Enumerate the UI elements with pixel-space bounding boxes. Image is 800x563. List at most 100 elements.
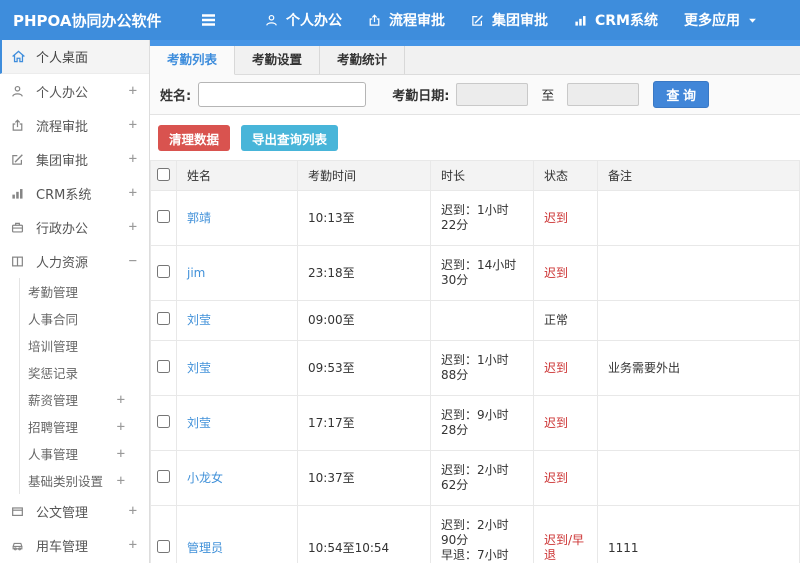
sidebar-subitem-personnel-mgmt[interactable]: 人事管理 + (20, 440, 149, 467)
status-badge: 迟到 (544, 470, 569, 485)
time-cell: 17:17至 (297, 395, 431, 451)
attendance-row: jim 23:18至 迟到：14小时30分 迟到 (150, 245, 800, 301)
sidebar-item-vehicle-mgmt[interactable]: 用车管理 + (0, 528, 149, 562)
column-header-2: 时长 (430, 160, 534, 191)
topnav-label: 流程审批 (389, 13, 445, 29)
main-content: 考勤列表 考勤设置 考勤统计 姓名: 考勤日期: 至 查 询 清理数据 导出查询列表… (150, 40, 800, 563)
top-nav: 个人办公 流程审批 集团审批 CRM系统 更多应用 (239, 10, 757, 30)
row-checkbox[interactable] (157, 209, 170, 223)
employee-name-link[interactable]: jim (187, 266, 205, 280)
sidebar-subitem-hr-contract[interactable]: 人事合同 (20, 305, 149, 332)
expand-toggle-icon[interactable]: + (129, 117, 137, 133)
sidebar-item-admin-office[interactable]: 行政办公 + (0, 210, 149, 244)
employee-name-link[interactable]: 刘莹 (187, 313, 211, 327)
name-cell: 郭靖 (176, 190, 298, 246)
time-cell: 10:37至 (297, 450, 431, 506)
sidebar-item-personal-office[interactable]: 个人办公 + (0, 74, 149, 108)
column-header-0: 姓名 (176, 160, 298, 191)
expand-toggle-icon[interactable]: + (129, 185, 137, 201)
sidebar-subitem-recruit-mgmt[interactable]: 招聘管理 + (20, 413, 149, 440)
duration-line: 迟到：2小时62分 (441, 463, 509, 492)
row-checkbox[interactable] (157, 359, 170, 373)
expand-toggle-icon[interactable]: + (129, 537, 137, 553)
attendance-row: 刘莹 09:53至 迟到：1小时88分 迟到 业务需要外出 (150, 340, 800, 396)
sidebar-item-group-approval[interactable]: 集团审批 + (0, 142, 149, 176)
person-icon (265, 14, 278, 27)
expand-toggle-icon[interactable]: + (129, 503, 137, 519)
employee-name-link[interactable]: 刘莹 (187, 416, 211, 430)
sidebar-item-process-approval[interactable]: 流程审批 + (0, 108, 149, 142)
note-cell (597, 300, 800, 341)
topnav-item-more-apps[interactable]: 更多应用 (684, 10, 757, 30)
row-checkbox[interactable] (157, 264, 170, 278)
sidebar-item-crm-system[interactable]: CRM系统 + (0, 176, 149, 210)
tab-attendance-stats[interactable]: 考勤统计 (320, 46, 406, 74)
person-icon (11, 85, 27, 98)
name-cell: 小龙女 (176, 450, 298, 506)
edit-icon (471, 14, 484, 27)
briefcase-icon (11, 221, 27, 234)
row-checkbox[interactable] (157, 539, 170, 553)
topnav-item-process-approval[interactable]: 流程审批 (368, 10, 445, 30)
topnav-item-crm-system[interactable]: CRM系统 (574, 10, 658, 30)
status-badge: 迟到/早退 (544, 533, 585, 562)
sidebar-subitem-training-mgmt[interactable]: 培训管理 (20, 332, 149, 359)
sidebar-subitem-label: 招聘管理 (28, 420, 79, 435)
employee-name-link[interactable]: 小龙女 (187, 471, 223, 485)
row-checkbox[interactable] (157, 414, 170, 428)
date-from-input[interactable] (456, 83, 529, 106)
sidebar-item-document-mgmt[interactable]: 公文管理 + (0, 494, 149, 528)
sidebar-subitem-attendance-mgmt[interactable]: 考勤管理 (20, 278, 149, 305)
note-cell (597, 245, 800, 301)
sidebar-subitem-label: 基础类别设置 (28, 474, 104, 489)
sidebar-item-label: 流程审批 (36, 119, 89, 135)
time-cell: 10:13至 (297, 190, 431, 246)
table-body: 郭靖 10:13至 迟到：1小时22分 迟到 jim 23:18至 迟到：14小时30分 迟到… (150, 190, 800, 563)
sidebar-subitem-base-category-settings[interactable]: 基础类别设置 + (20, 467, 149, 494)
sidebar-subitem-label: 奖惩记录 (28, 366, 79, 381)
expand-toggle-icon[interactable]: + (117, 419, 125, 435)
expand-toggle-icon[interactable]: + (129, 219, 137, 235)
sidebar-item-human-resources[interactable]: 人力资源 − (0, 244, 149, 278)
note-cell: 业务需要外出 (597, 340, 800, 396)
sidebar-item-label: 个人办公 (36, 85, 89, 101)
clean-data-button[interactable]: 清理数据 (158, 125, 231, 151)
expand-toggle-icon[interactable]: + (117, 473, 125, 489)
attendance-row: 刘莹 17:17至 迟到：9小时28分 迟到 (150, 395, 800, 451)
tab-attendance-list[interactable]: 考勤列表 (150, 46, 236, 75)
employee-name-link[interactable]: 郭靖 (187, 211, 211, 225)
date-label: 考勤日期: (392, 89, 450, 104)
duration-cell: 迟到：14小时30分 (430, 245, 534, 301)
export-list-button[interactable]: 导出查询列表 (241, 125, 339, 151)
topnav-item-group-approval[interactable]: 集团审批 (471, 10, 548, 30)
sidebar-subitem-reward-punish-records[interactable]: 奖惩记录 (20, 359, 149, 386)
row-checkbox[interactable] (157, 312, 170, 325)
row-checkbox-cell (150, 395, 177, 451)
name-input[interactable] (198, 82, 367, 107)
home-icon (11, 49, 27, 64)
topnav-item-personal-office[interactable]: 个人办公 (265, 10, 342, 30)
expand-toggle-icon[interactable]: + (129, 151, 137, 167)
expand-toggle-icon[interactable]: + (129, 83, 137, 99)
attendance-row: 刘莹 09:00至 正常 (150, 300, 800, 341)
query-button[interactable]: 查 询 (653, 81, 710, 108)
name-label: 姓名: (160, 89, 192, 104)
duration-line: 迟到：1小时88分 (441, 353, 509, 382)
tab-attendance-settings[interactable]: 考勤设置 (235, 46, 321, 74)
sidebar-subitem-salary-mgmt[interactable]: 薪资管理 + (20, 386, 149, 413)
hamburger-icon[interactable] (200, 13, 217, 27)
expand-toggle-icon[interactable]: − (129, 253, 137, 269)
sidebar-subitem-label: 培训管理 (28, 339, 79, 354)
column-header-3: 状态 (533, 160, 598, 191)
expand-toggle-icon[interactable]: + (117, 446, 125, 462)
note-cell (597, 190, 800, 246)
employee-name-link[interactable]: 管理员 (187, 541, 223, 555)
sidebar-item-personal-desktop[interactable]: 个人桌面 (0, 40, 149, 74)
date-to-input[interactable] (567, 83, 640, 106)
duration-line: 早退：7小时10分 (441, 548, 509, 562)
select-all-checkbox[interactable] (157, 167, 170, 181)
expand-toggle-icon[interactable]: + (117, 392, 125, 408)
note-cell: 1111 (597, 505, 800, 563)
employee-name-link[interactable]: 刘莹 (187, 361, 211, 375)
row-checkbox[interactable] (157, 469, 170, 483)
